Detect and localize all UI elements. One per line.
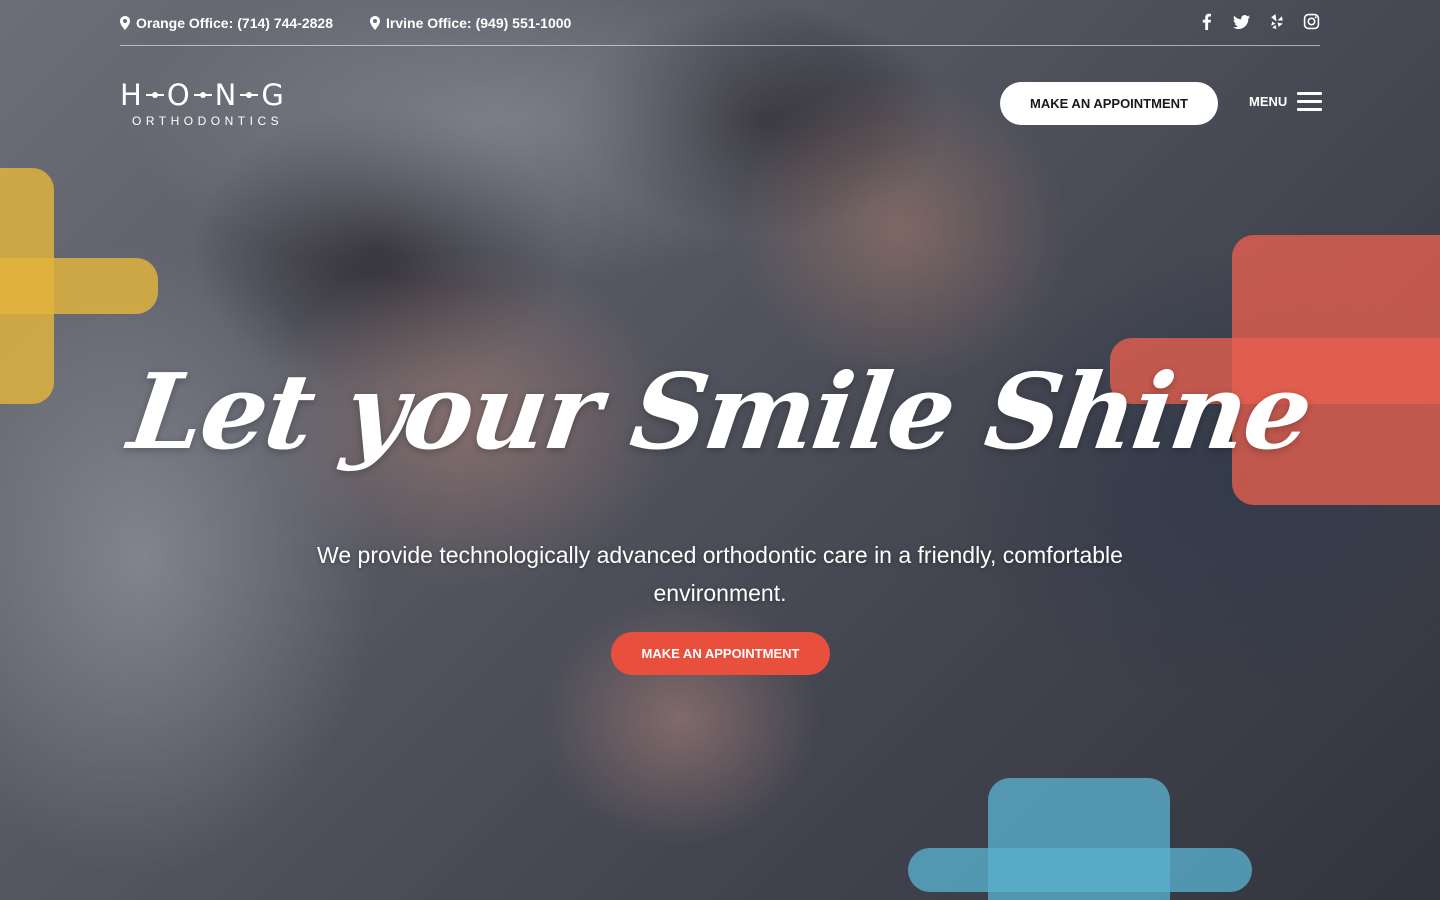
social-links [1198, 13, 1320, 30]
map-pin-icon [120, 16, 130, 30]
office-phone[interactable]: (714) 744-2828 [237, 15, 333, 31]
menu-label: MENU [1249, 94, 1288, 109]
hero-section: Orange Office: (714) 744-2828 Irvine Off… [0, 0, 1440, 900]
hero-headline: Let your Smile Shine [122, 350, 1318, 473]
top-bar: Orange Office: (714) 744-2828 Irvine Off… [120, 0, 1320, 46]
office-phone[interactable]: (949) 551-1000 [476, 15, 572, 31]
office-label: Orange Office: [136, 15, 234, 31]
hero-make-appointment-button[interactable]: MAKE AN APPOINTMENT [611, 632, 830, 675]
instagram-icon[interactable] [1303, 13, 1320, 30]
hero-subheadline: We provide technologically advanced orth… [317, 542, 1123, 606]
make-appointment-button[interactable]: MAKE AN APPOINTMENT [1000, 82, 1218, 125]
hong-orthodontics-logo[interactable]: H O N G ORTHODONTICS [120, 78, 322, 130]
office-orange[interactable]: Orange Office: (714) 744-2828 [120, 15, 333, 31]
twitter-icon[interactable] [1233, 13, 1250, 30]
hamburger-menu-icon [1297, 92, 1323, 111]
menu-toggle-button[interactable]: MENU [1249, 92, 1323, 111]
map-pin-icon [370, 16, 380, 30]
logo-subtitle: ORTHODONTICS [132, 114, 284, 128]
facebook-icon[interactable] [1198, 13, 1215, 30]
office-irvine[interactable]: Irvine Office: (949) 551-1000 [370, 15, 571, 31]
logo-wordmark: H O N G [120, 78, 285, 112]
yelp-icon[interactable] [1268, 13, 1285, 30]
office-label: Irvine Office: [386, 15, 472, 31]
